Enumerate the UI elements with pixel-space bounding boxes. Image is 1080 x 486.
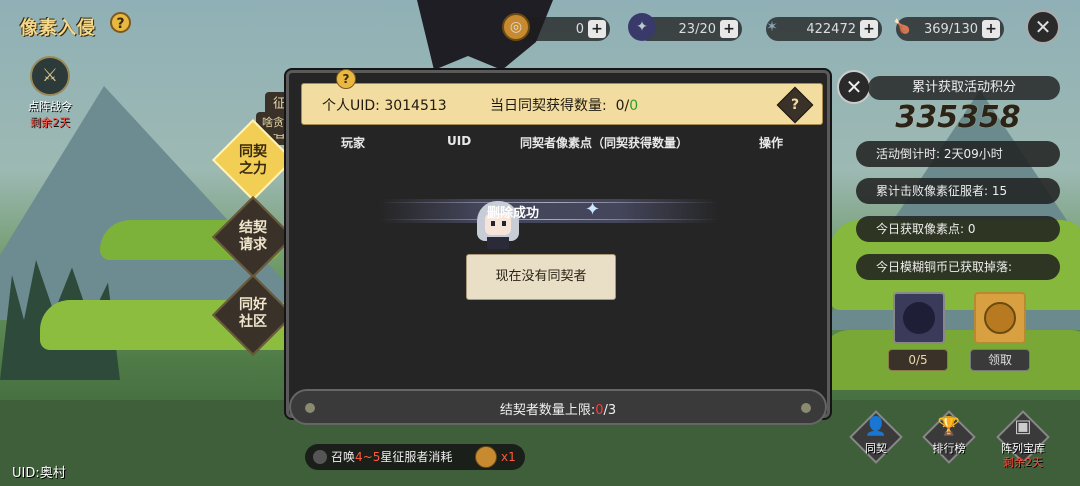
footer-uid: UID:奥村 — [12, 466, 66, 481]
bond-button[interactable]: 👤 同契 — [849, 410, 903, 464]
resource-star: ✶ 422472 + — [766, 15, 882, 43]
reward-item-purple[interactable] — [893, 292, 945, 344]
question-icon: ? — [790, 97, 800, 113]
battle-order-icon: ⚔ — [30, 56, 70, 96]
defeated-row: 累计击败像素征服者: 15 — [856, 178, 1060, 204]
help-icon[interactable]: ? — [110, 12, 131, 33]
daily-bond-count: 当日同契获得数量: 0/0 — [490, 98, 639, 114]
personal-uid: 个人UID: 3014513 — [322, 98, 447, 114]
resource-value: 23/20 — [678, 21, 716, 37]
leaderboard-button[interactable]: 🏆 排行榜 — [922, 410, 976, 464]
summon-cost-bar[interactable]: 召唤4~5星征服者消耗 x1 — [305, 444, 525, 470]
close-modal-button[interactable]: ✕ — [837, 70, 871, 104]
copper-drop-row: 今日模糊铜币已获取掉落: — [856, 254, 1060, 280]
summon-icon — [313, 450, 327, 464]
crystal-icon: ✦ — [628, 13, 656, 41]
trophy-icon: 🏆 — [937, 416, 961, 437]
add-coin-button[interactable]: + — [588, 20, 606, 38]
person-icon: 👤 — [864, 416, 888, 437]
countdown-row: 活动倒计时: 2天09小时 — [856, 141, 1060, 167]
coin-icon — [475, 446, 497, 468]
column-player: 玩家 — [341, 136, 366, 150]
column-action: 操作 — [759, 136, 784, 150]
activity-points-score: 335358 — [895, 100, 1021, 135]
sparkle-icon: ✦ — [585, 199, 601, 220]
pixel-points-row: 今日获取像素点: 0 — [856, 216, 1060, 242]
toast-banner — [379, 199, 719, 223]
resource-stamina: 🍗 369/130 + — [893, 15, 1004, 43]
reward-item-gold[interactable] — [974, 292, 1026, 344]
battle-order-remaining: 剩余2天 — [30, 116, 70, 129]
drumstick-icon: 🍗 — [893, 19, 911, 35]
bond-limit: 结契者数量上限:0/3 — [499, 403, 617, 418]
add-crystal-button[interactable]: + — [720, 20, 738, 38]
modal-footer: 结契者数量上限:0/3 — [289, 389, 827, 425]
battle-order-label: 点阵战令 — [28, 100, 72, 113]
star-icon: ✶ — [766, 19, 778, 35]
bond-list-modal: 个人UID: 3014513 当日同契获得数量: 0/0 ? ? 玩家 UID … — [286, 69, 830, 425]
summon-multiplier: x1 — [501, 450, 516, 464]
close-icon[interactable]: ✕ — [1026, 10, 1060, 44]
resource-value: 422472 — [806, 21, 856, 37]
crystal-emblem-icon — [903, 302, 935, 334]
resource-value: 369/130 — [923, 21, 978, 37]
game-title: 像素入侵 — [20, 18, 96, 39]
add-star-button[interactable]: + — [860, 20, 878, 38]
coin-icon: ◎ — [502, 13, 530, 41]
column-uid: UID — [447, 134, 472, 148]
resource-coin: ◎ 0 + — [502, 13, 610, 43]
reward-count: 0/5 — [888, 349, 948, 371]
column-bond-points: 同契者像素点（同契获得数量） — [520, 136, 689, 150]
empty-state-message: 现在没有同契者 — [466, 254, 616, 300]
treasury-button[interactable]: ▣ 阵列宝库 剩余2天 — [996, 410, 1050, 469]
resource-crystal: ✦ 23/20 + — [628, 13, 742, 43]
copper-coin-icon — [984, 302, 1016, 334]
chest-icon: ▣ — [1014, 416, 1032, 437]
toast-message: 删除成功 — [487, 206, 540, 221]
tab-community-label: 同好 社区 — [239, 297, 267, 330]
add-stamina-button[interactable]: + — [982, 20, 1000, 38]
battle-order-button[interactable]: ⚔ 点阵战令 剩余2天 — [22, 56, 78, 130]
tab-bond-power-label: 同契 之力 — [239, 144, 267, 177]
claim-button[interactable]: 领取 — [970, 349, 1030, 371]
modal-help-icon[interactable]: ? — [336, 69, 356, 89]
resource-value: 0 — [575, 21, 584, 37]
modal-header: 个人UID: 3014513 当日同契获得数量: 0/0 ? — [301, 83, 823, 125]
activity-points-title: 累计获取活动积分 — [868, 76, 1060, 100]
tab-bond-request-label: 结契 请求 — [239, 220, 267, 253]
